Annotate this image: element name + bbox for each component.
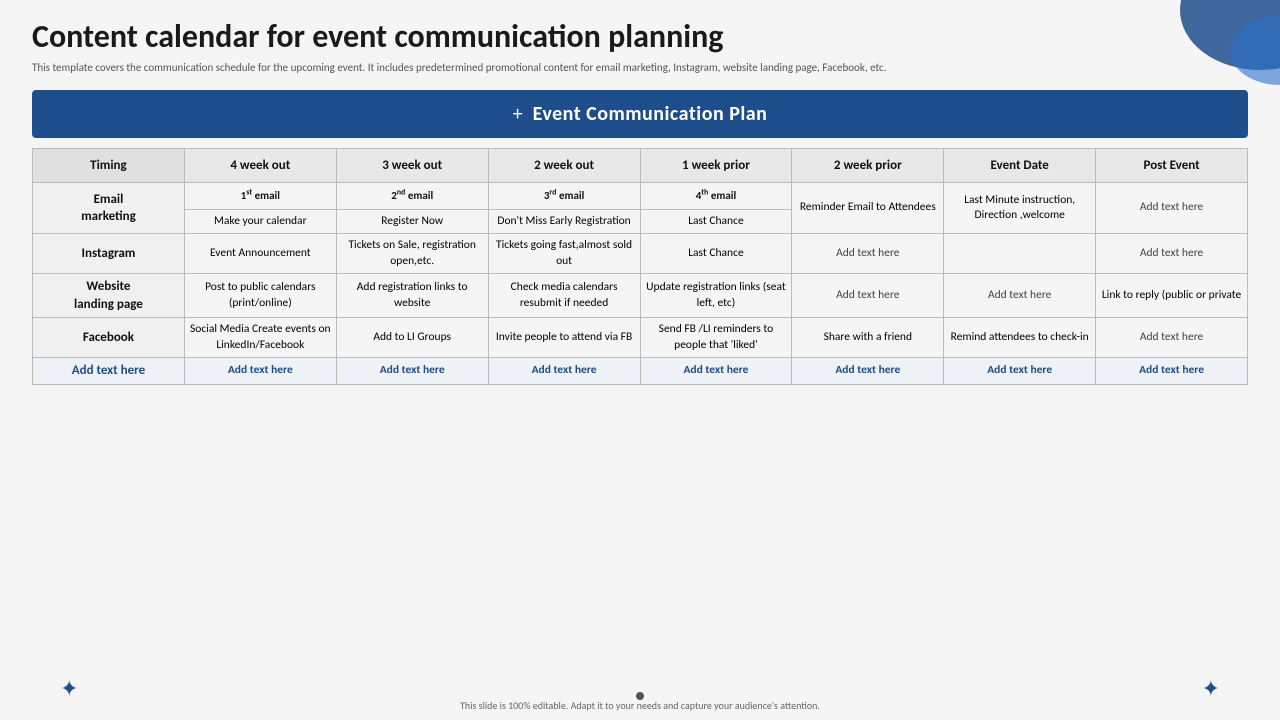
cell-addtext-postevent: Add text here	[1096, 358, 1248, 385]
cell-addtext-3w: Add text here	[336, 358, 488, 385]
corner-decoration-top-right	[1140, 0, 1280, 100]
col-header-timing: Timing	[33, 148, 185, 183]
row-label-website: Websitelanding page	[33, 274, 185, 318]
cell-instagram-postevent: Add text here	[1096, 234, 1248, 274]
cell-facebook-4w: Social Media Create events on LinkedIn/F…	[184, 318, 336, 358]
content-calendar-table: Timing 4 week out 3 week out 2 week out …	[32, 148, 1248, 385]
cell-facebook-postevent: Add text here	[1096, 318, 1248, 358]
row-label-addtext: Add text here	[33, 358, 185, 385]
cell-instagram-3w: Tickets on Sale, registration open,etc.	[336, 234, 488, 274]
col-header-1week: 1 week prior	[640, 148, 792, 183]
row-label-facebook: Facebook	[33, 318, 185, 358]
cell-instagram-2wprior: Add text here	[792, 234, 944, 274]
cell-website-postevent: Link to reply (public or private	[1096, 274, 1248, 318]
banner-title: Event Communication Plan	[533, 102, 768, 126]
cell-website-2wprior: Add text here	[792, 274, 944, 318]
cell-email-postevent: Add text here	[1096, 183, 1248, 234]
cell-email-2w-sub: 3rd email	[488, 183, 640, 209]
table-row-website: Websitelanding page Post to public calen…	[33, 274, 1248, 318]
table-row-instagram: Instagram Event Announcement Tickets on …	[33, 234, 1248, 274]
cell-instagram-4w: Event Announcement	[184, 234, 336, 274]
col-header-4week: 4 week out	[184, 148, 336, 183]
footer-text: This slide is 100% editable. Adapt it to…	[0, 699, 1280, 712]
cell-email-2wprior: Reminder Email to Attendees	[792, 183, 944, 234]
cell-addtext-2w: Add text here	[488, 358, 640, 385]
table-header-row: Timing 4 week out 3 week out 2 week out …	[33, 148, 1248, 183]
cell-addtext-1w: Add text here	[640, 358, 792, 385]
cell-facebook-3w: Add to LI Groups	[336, 318, 488, 358]
cell-facebook-2w: Invite people to attend via FB	[488, 318, 640, 358]
cell-email-eventdate: Last Minute instruction, Direction ,welc…	[944, 183, 1096, 234]
table-row-addtext: Add text here Add text here Add text her…	[33, 358, 1248, 385]
cell-email-2w: Don't Miss Early Registration	[488, 209, 640, 234]
cell-instagram-eventdate	[944, 234, 1096, 274]
cell-facebook-1w: Send FB /LI reminders to people that 'li…	[640, 318, 792, 358]
cell-email-4w: Make your calendar	[184, 209, 336, 234]
banner-plus: +	[513, 102, 523, 126]
slide: Content calendar for event communication…	[0, 0, 1280, 720]
cell-website-3w: Add registration links to website	[336, 274, 488, 318]
cell-email-4w-sub: 1st email	[184, 183, 336, 209]
table-row-facebook: Facebook Social Media Create events on L…	[33, 318, 1248, 358]
row-label-email: Emailmarketing	[33, 183, 185, 234]
page-title: Content calendar for event communication…	[32, 18, 1248, 56]
cell-website-1w: Update registration links (seat left, et…	[640, 274, 792, 318]
cell-website-eventdate: Add text here	[944, 274, 1096, 318]
star-decoration-left: ✦	[60, 675, 78, 702]
col-header-3week: 3 week out	[336, 148, 488, 183]
col-header-2weekprior: 2 week prior	[792, 148, 944, 183]
col-header-eventdate: Event Date	[944, 148, 1096, 183]
page-subtitle: This template covers the communication s…	[32, 60, 1248, 75]
cell-website-2w: Check media calendars resubmit if needed	[488, 274, 640, 318]
banner: + Event Communication Plan	[32, 90, 1248, 138]
col-header-postevent: Post Event	[1096, 148, 1248, 183]
cell-facebook-2wprior: Share with a friend	[792, 318, 944, 358]
cell-email-3w-sub: 2nd email	[336, 183, 488, 209]
cell-instagram-1w: Last Chance	[640, 234, 792, 274]
cell-email-1w: Last Chance	[640, 209, 792, 234]
cell-instagram-2w: Tickets going fast,almost sold out	[488, 234, 640, 274]
cell-addtext-4w: Add text here	[184, 358, 336, 385]
cell-email-3w: Register Now	[336, 209, 488, 234]
cell-facebook-eventdate: Remind attendees to check-in	[944, 318, 1096, 358]
cell-addtext-eventdate: Add text here	[944, 358, 1096, 385]
star-decoration-right: ✦	[1202, 675, 1220, 702]
row-label-instagram: Instagram	[33, 234, 185, 274]
cell-addtext-2wprior: Add text here	[792, 358, 944, 385]
table-row-email: Emailmarketing 1st email 2nd email 3rd e…	[33, 183, 1248, 209]
cell-website-4w: Post to public calendars (print/online)	[184, 274, 336, 318]
cell-email-1w-sub: 4th email	[640, 183, 792, 209]
col-header-2week: 2 week out	[488, 148, 640, 183]
